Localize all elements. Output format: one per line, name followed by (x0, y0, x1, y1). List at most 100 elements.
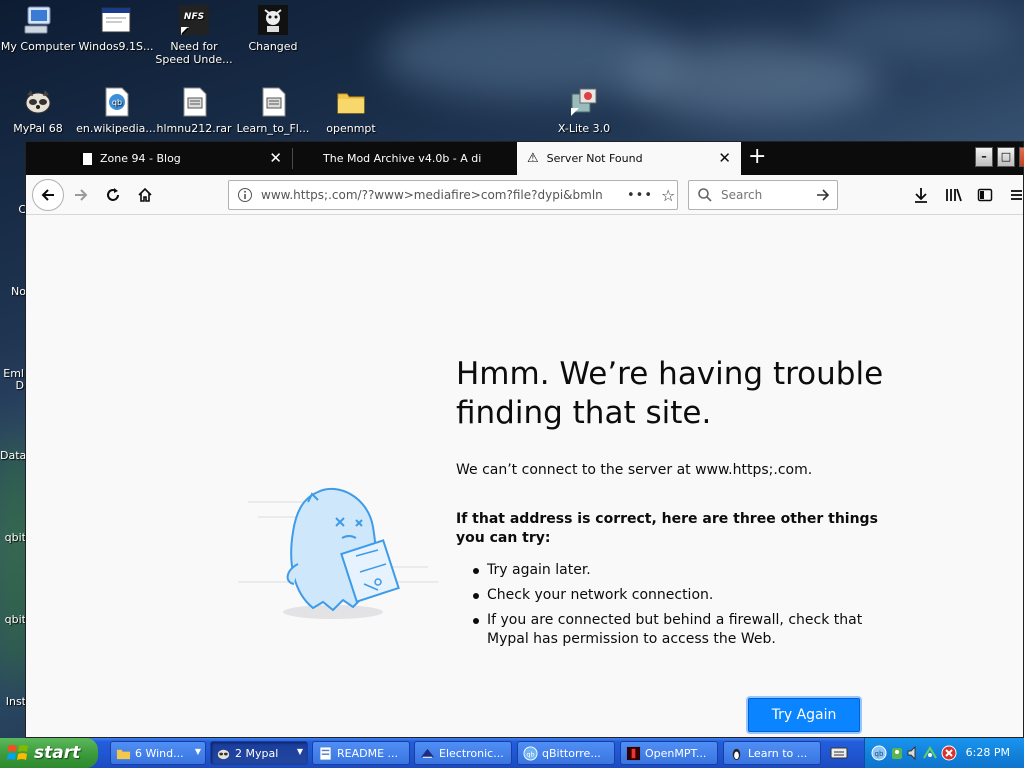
library-icon (946, 188, 962, 202)
reload-button[interactable] (98, 180, 128, 210)
taskbar-button-windows[interactable]: 6 Wind... ▼ (110, 741, 206, 765)
network-tray-icon[interactable] (922, 745, 938, 761)
taskbar-button-electronic[interactable]: Electronic... (414, 741, 512, 765)
desktop-partial-label: C (18, 203, 26, 216)
page-content: Hmm. We’re having trouble finding that s… (26, 216, 1023, 737)
error-title: Hmm. We’re having trouble finding that s… (456, 356, 884, 431)
taskbar-button-readme[interactable]: README ... (312, 741, 410, 765)
desktop-partial-label: Data (0, 449, 27, 462)
computer-icon (22, 4, 54, 36)
home-icon (138, 187, 152, 202)
alert-tray-icon[interactable] (941, 745, 957, 761)
qbittorrent-icon: qb (523, 746, 538, 761)
desktop-icon-my-computer[interactable]: My Computer (0, 4, 80, 53)
url-input[interactable] (261, 188, 617, 202)
start-button[interactable]: start (0, 738, 98, 768)
svg-text:NFS: NFS (184, 12, 204, 22)
desktop-icon-label: en.wikipedia... (76, 122, 156, 135)
folder-icon (116, 749, 131, 760)
info-icon[interactable] (237, 187, 253, 203)
close-window-button[interactable] (1019, 147, 1024, 167)
qbittorrent-tray-icon[interactable]: qb (871, 745, 887, 761)
desktop-icon-learn-to-fly[interactable]: Learn_to_Fl... (231, 86, 315, 135)
desktop-icon-wikipedia[interactable]: qb en.wikipedia... (74, 86, 158, 135)
raccoon-icon (217, 749, 230, 760)
tab-mod-archive[interactable]: The Mod Archive v4.0b - A distinctiv (293, 142, 517, 175)
page-actions-icon[interactable]: ••• (627, 188, 653, 203)
url-bar[interactable]: ••• ☆ (228, 180, 678, 210)
desktop-icon-label: Windos9.1S... (78, 40, 154, 53)
taskbar-label: Learn to ... (748, 746, 808, 760)
back-button[interactable] (32, 179, 64, 211)
qbittorrent-file-icon: qb (100, 86, 132, 118)
desktop-icon-mypal[interactable]: MyPal 68 (0, 86, 80, 135)
sidebar-button[interactable] (970, 180, 1000, 210)
tab-label: Zone 94 - Blog (100, 152, 181, 165)
desktop-icon-label: My Computer (0, 40, 76, 53)
desktop-partial-label: qbit (4, 613, 26, 626)
archive-file-icon (257, 86, 289, 118)
desktop-icon-label: hlmnu212.rar (156, 122, 232, 135)
try-again-button[interactable]: Try Again (748, 698, 860, 732)
tab-zone94[interactable]: Zone 94 - Blog ✕ (70, 142, 292, 175)
taskbar-label: qBittorre... (542, 746, 601, 760)
taskbar-label: 2 Mypal (235, 746, 279, 760)
suggestions-list: Try again later. Check your network conn… (471, 561, 871, 655)
tab-label: Server Not Found (546, 152, 643, 165)
warning-icon: ⚠ (527, 151, 539, 166)
new-tab-plus-icon[interactable]: + (748, 146, 766, 168)
volume-tray-icon[interactable] (906, 745, 920, 761)
desktop-icon-openmpt[interactable]: openmpt (309, 86, 393, 135)
close-icon[interactable]: ✕ (718, 150, 731, 166)
forward-arrow-icon (75, 189, 88, 201)
search-go-arrow-icon[interactable] (815, 187, 831, 203)
desktop-icon-label: openmpt (326, 122, 376, 135)
taskbar-button-qbittorrent[interactable]: qb qBittorre... (517, 741, 615, 765)
minimize-button[interactable]: – (975, 147, 993, 167)
desktop-icon-changed[interactable]: Changed (231, 4, 315, 53)
maximize-button[interactable]: □ (997, 147, 1015, 167)
forward-button[interactable] (66, 180, 96, 210)
list-item: If you are connected but behind a firewa… (471, 611, 871, 649)
desktop-partial-label: qbit (4, 531, 26, 544)
downloads-button[interactable] (906, 180, 936, 210)
list-item: Try again later. (471, 561, 871, 580)
desktop-icon-need-for-speed[interactable]: NFS Need for Speed Unde... (152, 4, 236, 66)
desktop-icon-hlmnu[interactable]: hlmnu212.rar (152, 86, 236, 135)
close-icon[interactable]: ✕ (269, 150, 282, 166)
bookmark-star-icon[interactable]: ☆ (661, 186, 675, 205)
navigation-toolbar: ••• ☆ (26, 175, 1023, 215)
reload-icon (107, 188, 119, 201)
sidebar-icon (977, 188, 993, 202)
security-tray-icon[interactable] (890, 745, 904, 761)
system-tray: qb 6:28 PM (864, 738, 1024, 768)
dropdown-arrow-icon: ▼ (194, 747, 201, 756)
taskbar-button-mypal[interactable]: 2 Mypal ▼ (210, 741, 308, 765)
search-input[interactable] (721, 188, 811, 202)
tab-label: The Mod Archive v4.0b - A distinctiv (323, 152, 481, 165)
home-button[interactable] (130, 180, 160, 210)
tab-server-not-found[interactable]: ⚠ Server Not Found ✕ (517, 142, 741, 175)
menu-button[interactable] (1004, 180, 1024, 210)
changed-icon (257, 4, 289, 36)
taskbar-button-learn-to[interactable]: Learn to ... (723, 741, 821, 765)
xlite-icon (568, 86, 600, 118)
taskbar-label: 6 Wind... (135, 746, 184, 760)
search-bar[interactable] (688, 180, 838, 210)
keyboard-icon[interactable] (830, 745, 848, 761)
taskbar: start 6 Wind... ▼ 2 Mypal ▼ README ... E… (0, 738, 1024, 768)
library-button[interactable] (939, 180, 969, 210)
desktop-partial-label: No (11, 285, 26, 298)
desktop-icon-windos[interactable]: Windos9.1S... (74, 4, 158, 53)
nfs-icon: NFS (178, 4, 210, 36)
start-label: start (34, 743, 81, 763)
desktop-icon-xlite[interactable]: X-Lite 3.0 (542, 86, 626, 135)
desktop-partial-label: Eml D (3, 367, 24, 392)
taskbar-button-openmpt[interactable]: OpenMPT... (620, 741, 718, 765)
window-icon (100, 4, 132, 36)
tab-bar: Zone 94 - Blog ✕ The Mod Archive v4.0b -… (26, 142, 1024, 175)
clock: 6:28 PM (965, 746, 1010, 759)
desktop-icon-label: Learn_to_Fl... (236, 122, 310, 135)
browser-window: Zone 94 - Blog ✕ The Mod Archive v4.0b -… (25, 141, 1024, 738)
svg-text:qb: qb (112, 98, 122, 107)
